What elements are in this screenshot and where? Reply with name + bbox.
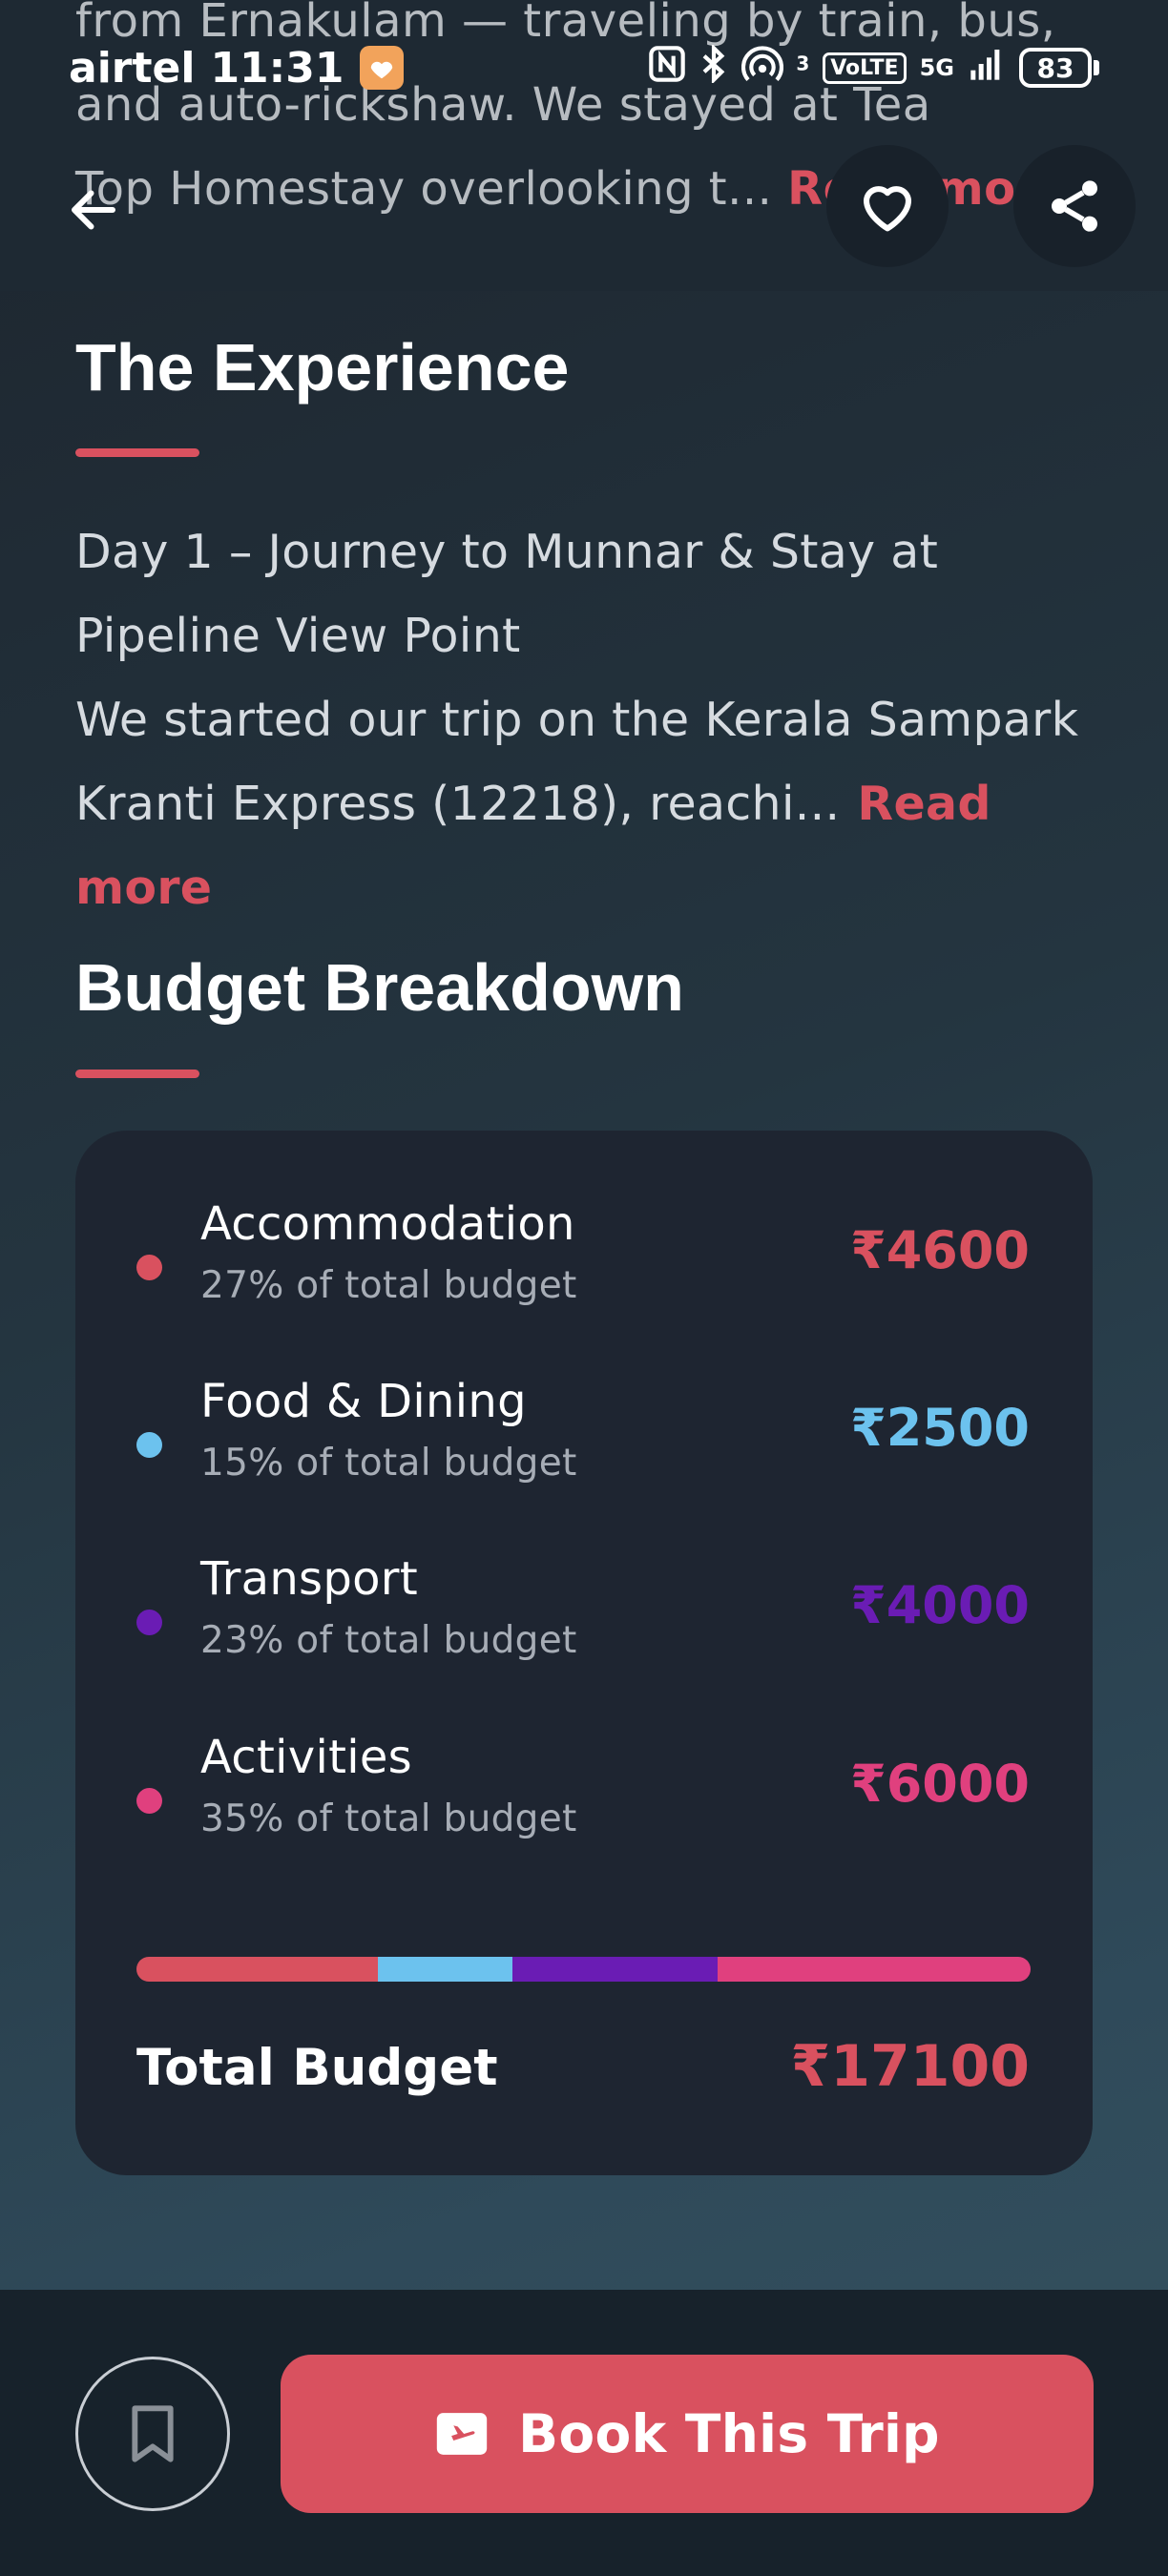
status-time: 11:31 [210, 43, 344, 93]
progress-segment [136, 1957, 378, 1982]
category-percent: 23% of total budget [200, 1619, 577, 1662]
volte-icon: VoLTE [823, 52, 907, 84]
signal-icon [968, 45, 1006, 92]
experience-line: Kranti Express (12218), reachi... Read mo… [75, 777, 991, 915]
nfc-icon [648, 45, 686, 92]
budget-heading: Budget Breakdown [75, 950, 684, 1025]
experience-line: Day 1 – Journey to Munnar & Stay at [75, 525, 939, 579]
bookmark-button[interactable] [75, 2357, 230, 2511]
app-notification-icon [359, 46, 404, 90]
back-button[interactable] [59, 176, 128, 244]
category-dot [136, 1255, 162, 1280]
experience-text: Day 1 – Journey to Munnar & Stay at Pipe… [75, 510, 1106, 930]
category-percent: 27% of total budget [200, 1264, 577, 1307]
book-trip-button[interactable]: Book This Trip [281, 2355, 1094, 2513]
budget-card: Accommodation 27% of total budget ₹4600 … [75, 1131, 1093, 2175]
budget-underline [75, 1070, 199, 1078]
total-budget-label: Total Budget [136, 2039, 498, 2097]
category-dot [136, 1432, 162, 1458]
experience-heading: The Experience [75, 330, 570, 405]
category-amount: ₹4600 [850, 1220, 1030, 1280]
experience-line: We started our trip on the Kerala Sampar… [75, 693, 1079, 747]
book-trip-label: Book This Trip [518, 2403, 940, 2464]
hotspot-icon: 3 [741, 45, 809, 92]
faded-line: Top Homestay overlooking t... Read more [75, 162, 1071, 216]
progress-segment [511, 1957, 719, 1982]
category-amount: ₹2500 [850, 1398, 1030, 1458]
total-budget-amount: ₹17100 [790, 2033, 1031, 2100]
favorite-button[interactable] [826, 145, 949, 267]
budget-row-accommodation: Accommodation 27% of total budget ₹4600 [75, 1197, 1093, 1350]
battery-level: 83 [1019, 48, 1092, 88]
budget-progress-bar [136, 1957, 1031, 1982]
category-percent: 15% of total budget [200, 1442, 577, 1485]
budget-row-food: Food & Dining 15% of total budget ₹2500 [75, 1375, 1093, 1527]
category-amount: ₹6000 [850, 1754, 1030, 1814]
experience-underline [75, 448, 199, 457]
share-icon [1052, 180, 1097, 232]
status-bar: airtel 11:31 3 VoLTE 5G 83 [0, 34, 1168, 101]
budget-row-activities: Activities 35% of total budget ₹6000 [75, 1731, 1093, 1883]
arrow-left-icon [72, 190, 115, 230]
progress-segment [718, 1957, 1031, 1982]
bluetooth-icon [699, 42, 728, 92]
category-amount: ₹4000 [850, 1575, 1030, 1635]
5g-icon: 5G [919, 54, 954, 81]
battery-icon: 83 [1019, 48, 1099, 88]
bottom-action-bar: Book This Trip [0, 2290, 1168, 2576]
bookmark-icon [132, 2405, 174, 2462]
flight-ticket-icon [436, 2413, 488, 2455]
top-header: from Ernakulam — traveling by train, bus… [0, 0, 1168, 291]
category-dot [136, 1788, 162, 1814]
heart-icon [863, 186, 912, 232]
share-button[interactable] [1013, 145, 1136, 267]
category-dot [136, 1610, 162, 1635]
progress-segment [377, 1957, 512, 1982]
category-percent: 35% of total budget [200, 1797, 577, 1840]
category-label: Food & Dining [200, 1375, 527, 1428]
category-label: Transport [200, 1552, 418, 1606]
carrier-name: airtel [69, 43, 196, 93]
experience-line: Pipeline View Point [75, 609, 521, 663]
budget-row-transport: Transport 23% of total budget ₹4000 [75, 1552, 1093, 1705]
category-label: Activities [200, 1731, 412, 1784]
category-label: Accommodation [200, 1197, 575, 1251]
